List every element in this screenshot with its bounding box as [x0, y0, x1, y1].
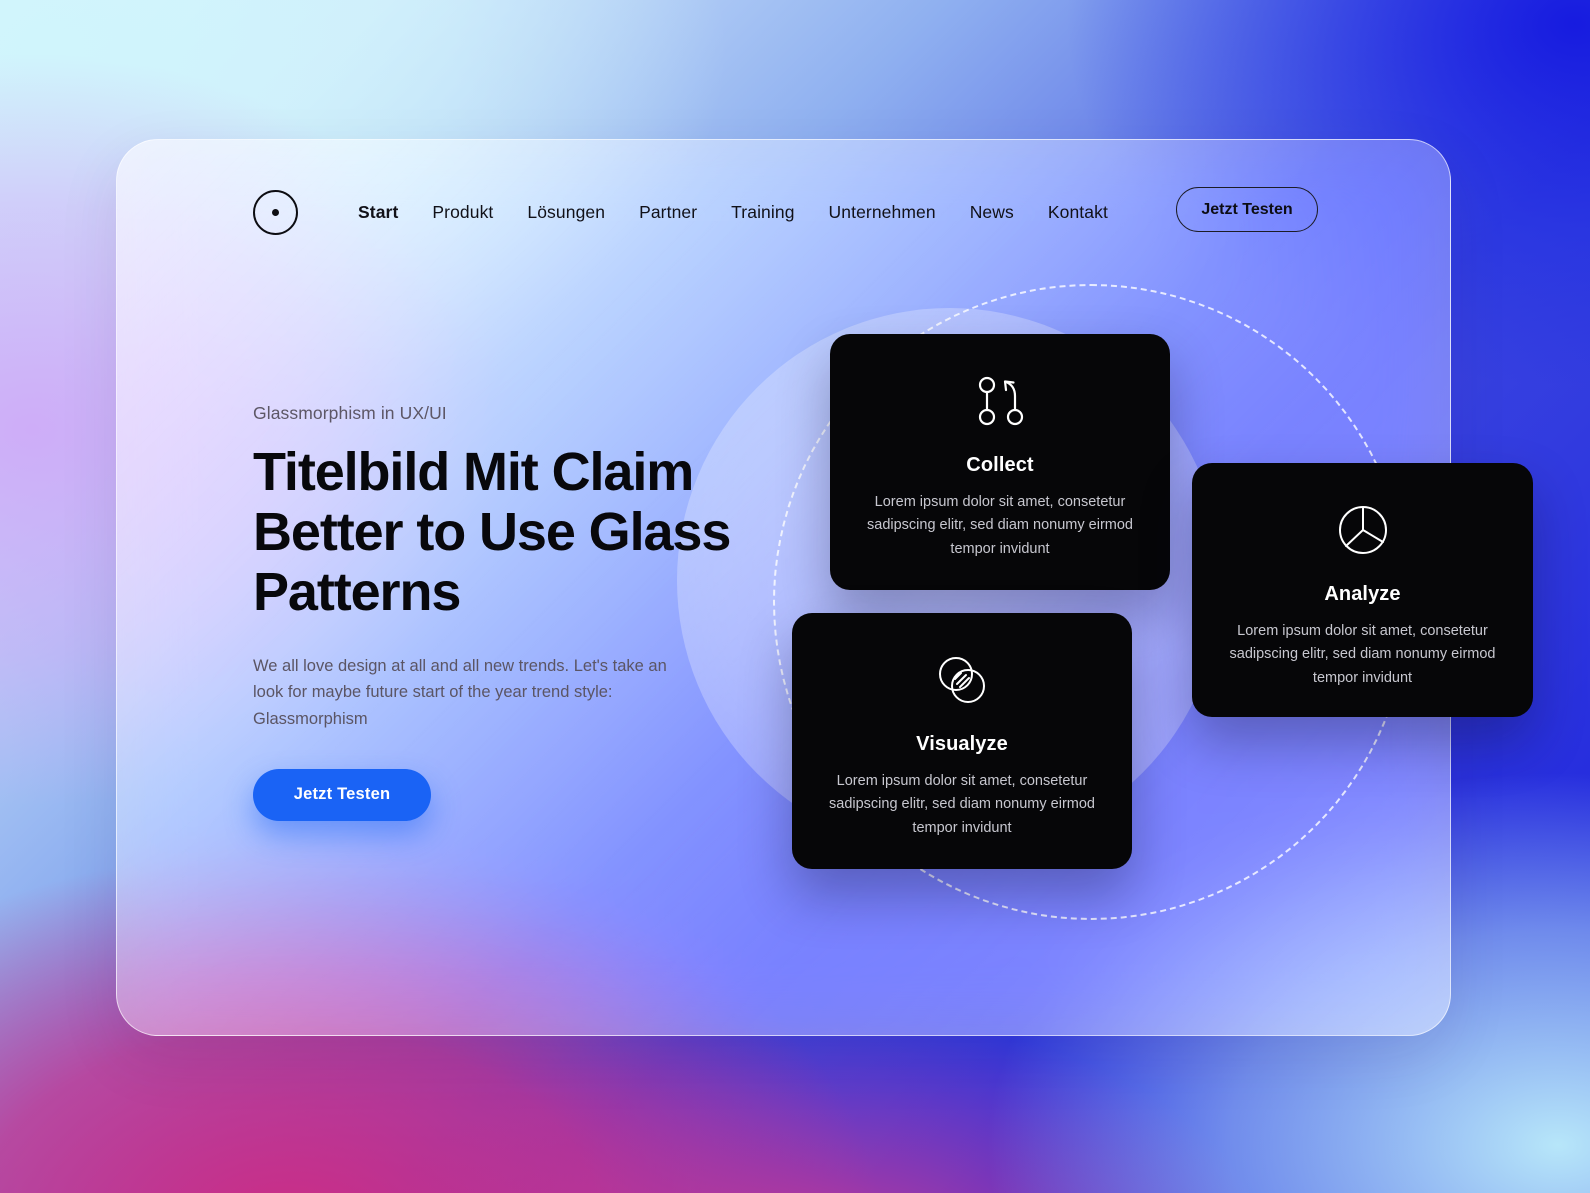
- nav-link-start[interactable]: Start: [358, 202, 398, 223]
- feature-card-visualyze[interactable]: Visualyze Lorem ipsum dolor sit amet, co…: [792, 613, 1132, 869]
- hero-cta-button[interactable]: Jetzt Testen: [253, 768, 431, 821]
- page-stage: Start Produkt Lösungen Partner Training …: [0, 0, 1590, 1193]
- nav-link-kontakt[interactable]: Kontakt: [1048, 202, 1108, 223]
- nav-links: Start Produkt Lösungen Partner Training …: [358, 202, 1108, 223]
- nav-link-partner[interactable]: Partner: [639, 202, 697, 223]
- feature-card-analyze[interactable]: Analyze Lorem ipsum dolor sit amet, cons…: [1192, 463, 1533, 717]
- hero-eyebrow: Glassmorphism in UX/UI: [253, 403, 447, 423]
- hero-section: Glassmorphism in UX/UI Titelbild Mit Cla…: [253, 403, 773, 821]
- feature-card-title: Analyze: [1324, 583, 1401, 605]
- nav-link-news[interactable]: News: [970, 202, 1014, 223]
- feature-card-title: Collect: [966, 454, 1034, 476]
- logo-inner-dot: [272, 208, 279, 216]
- nav-link-loesungen[interactable]: Lösungen: [527, 202, 605, 223]
- feature-card-description: Lorem ipsum dolor sit amet, consetetur s…: [867, 494, 1133, 557]
- pie-chart-icon: [1336, 499, 1390, 561]
- feature-card-title: Visualyze: [916, 733, 1008, 755]
- nav-link-training[interactable]: Training: [731, 202, 794, 223]
- feature-card-description: Lorem ipsum dolor sit amet, consetetur s…: [1229, 623, 1496, 686]
- nav-cta-button[interactable]: Jetzt Testen: [1176, 187, 1318, 232]
- feature-card-description: Lorem ipsum dolor sit amet, consetetur s…: [829, 773, 1095, 836]
- circle-dot-logo-icon[interactable]: [253, 189, 298, 235]
- feature-card-collect[interactable]: Collect Lorem ipsum dolor sit amet, cons…: [830, 334, 1170, 590]
- main-navigation: Start Produkt Lösungen Partner Training …: [253, 186, 1318, 238]
- nav-link-produkt[interactable]: Produkt: [432, 202, 493, 223]
- git-branch-icon: [971, 370, 1029, 432]
- hero-body: We all love design at all and all new tr…: [253, 656, 667, 729]
- nav-link-unternehmen[interactable]: Unternehmen: [829, 202, 936, 223]
- venn-diagram-icon: [933, 649, 991, 711]
- hero-title: Titelbild Mit Claim Better to Use Glass …: [253, 442, 731, 623]
